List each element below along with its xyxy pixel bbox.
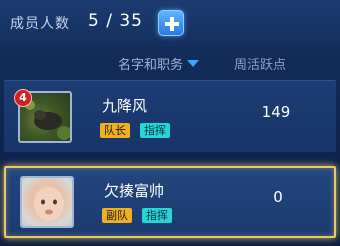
member-row-selected[interactable]: 欠揍富帅 副队 指挥 0 (4, 166, 336, 238)
role-tag: 副队 (102, 208, 132, 223)
sort-down-icon (187, 60, 200, 67)
column-weekly-activity[interactable]: 周活跃点 (234, 54, 286, 73)
member-count-label: 成员人数 (10, 16, 70, 32)
column-name-role-label: 名字和职务 (118, 58, 184, 73)
role-tag: 队长 (100, 123, 130, 138)
team-members-panel: 成员人数 5 / 35 名字和职务 周活跃点 4 九降风 队长 指挥 149 欠… (0, 0, 340, 246)
weekly-activity-value: 149 (261, 103, 291, 121)
level-badge: 4 (14, 89, 32, 107)
plus-icon (165, 17, 179, 31)
command-tag: 指挥 (140, 123, 170, 138)
member-name: 九降风 (102, 97, 148, 115)
command-tag: 指挥 (142, 208, 172, 223)
member-row[interactable]: 4 九降风 队长 指挥 149 (4, 80, 336, 152)
member-name: 欠揍富帅 (104, 182, 165, 200)
weekly-activity-value: 0 (273, 188, 283, 206)
header-bar: 成员人数 5 / 35 (0, 0, 340, 46)
member-count-value: 5 / 35 (88, 11, 143, 31)
avatar (20, 176, 74, 228)
sort-by-name-role[interactable]: 名字和职务 (118, 54, 200, 73)
add-member-button[interactable] (158, 10, 184, 36)
